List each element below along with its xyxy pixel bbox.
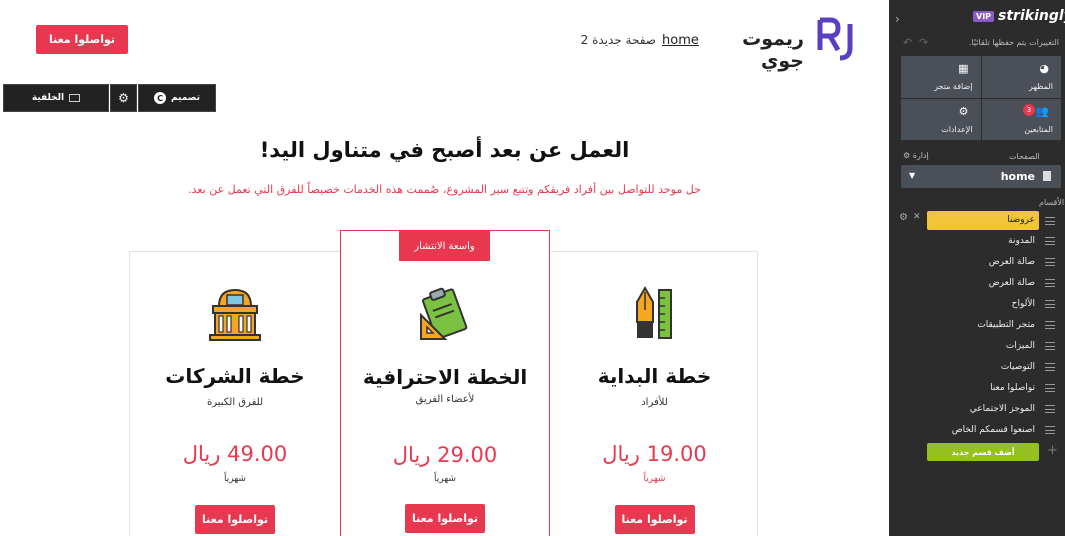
drag-handle-icon[interactable]: [1045, 405, 1055, 413]
plan-price[interactable]: 19.00 ريال: [550, 442, 759, 466]
section-item[interactable]: التوصيات: [927, 358, 1039, 377]
plan-period[interactable]: شهرياً: [550, 474, 759, 484]
section-item[interactable]: المدونة: [927, 232, 1039, 251]
tile-label: المتابعين: [1024, 124, 1053, 134]
pricing-headline[interactable]: العمل عن بعد أصبح في متناول اليد!: [0, 138, 889, 162]
tile-settings[interactable]: ⚙ الإعدادات: [901, 98, 981, 140]
tile-appearance[interactable]: ◕ المظهر: [981, 56, 1061, 98]
building-icon: [209, 288, 261, 341]
gear-icon: ⚙: [118, 91, 129, 105]
section-item[interactable]: الموجز الاجتماعي: [927, 400, 1039, 419]
drag-handle-icon[interactable]: [1045, 321, 1055, 329]
plan-card-pro: واسعة الانتشار الخطة الاحترافية لأعضاء ا…: [340, 230, 550, 536]
section-item[interactable]: عروضنا: [927, 211, 1039, 230]
plan-subtitle[interactable]: لأعضاء الفريق: [341, 394, 549, 405]
drag-handle-icon[interactable]: [1045, 258, 1055, 266]
redo-icon[interactable]: ↷: [919, 36, 928, 49]
tile-add-store[interactable]: ▦ إضافة متجر: [901, 56, 981, 98]
undo-icon[interactable]: ↶: [903, 36, 912, 49]
section-settings-button[interactable]: ⚙: [110, 84, 137, 112]
plan-card-starter: خطة البداية للأفراد 19.00 ريال شهرياً تو…: [550, 252, 759, 536]
clipboard-ruler-icon: [420, 287, 468, 340]
drag-handle-icon[interactable]: [1045, 363, 1055, 371]
plan-title[interactable]: الخطة الاحترافية: [341, 365, 549, 389]
gear-icon: ⚙: [958, 104, 969, 118]
page-icon: [1043, 171, 1051, 181]
drag-handle-icon[interactable]: [1045, 217, 1055, 225]
sections-heading: الأقسام: [1039, 198, 1065, 207]
gear-icon: ⚙: [903, 151, 911, 160]
design-button[interactable]: تصميم C: [138, 84, 216, 112]
tile-label: الإعدادات: [941, 124, 973, 134]
caret-down-icon: ▼: [909, 171, 916, 180]
section-item[interactable]: صالة العرض: [927, 253, 1039, 272]
followers-count-badge: 3: [1023, 103, 1035, 116]
section-close-icon[interactable]: ✕: [913, 212, 921, 222]
plan-contact-button[interactable]: تواصلوا معنا: [405, 504, 485, 533]
pen-ruler-icon: [635, 285, 672, 339]
plan-title[interactable]: خطة الشركات: [130, 364, 340, 388]
plus-icon[interactable]: +: [1047, 443, 1058, 458]
tile-label: إضافة متجر: [934, 82, 973, 91]
header-contact-button[interactable]: تواصلوا معنا: [36, 25, 128, 54]
autosave-status: التغييرات يتم حفظها تلقائيًا.: [968, 38, 1059, 47]
plan-card-business: خطة الشركات للفرق الكبيرة 49.00 ريال شهر…: [130, 252, 340, 536]
site-logo[interactable]: [816, 14, 858, 62]
add-section-button[interactable]: أضف قسم جديد: [927, 443, 1039, 461]
plan-subtitle[interactable]: للفرق الكبيرة: [130, 397, 340, 408]
plan-period[interactable]: شهرياً: [130, 474, 340, 484]
background-button[interactable]: الخلفية: [3, 84, 109, 112]
plan-contact-button[interactable]: تواصلوا معنا: [614, 505, 695, 534]
site-canvas: تواصلوا معنا ريموت جوي home صفحة جديدة 2…: [0, 0, 889, 536]
popular-badge: واسعة الانتشار: [399, 231, 490, 261]
image-icon: [69, 94, 81, 102]
drag-handle-icon[interactable]: [1045, 426, 1055, 434]
palette-icon: ◕: [1039, 62, 1049, 75]
site-title[interactable]: ريموت جوي: [700, 28, 804, 72]
strikingly-logo: strikingly: [998, 8, 1065, 24]
section-item[interactable]: اصنعوا قسمكم الخاص: [927, 421, 1039, 440]
pages-heading: الصفحات: [1009, 152, 1040, 161]
store-icon: ▦: [958, 62, 969, 75]
section-item[interactable]: متجر التطبيقات: [927, 316, 1039, 335]
manage-pages-link[interactable]: ⚙ إدارة: [903, 151, 929, 160]
drag-handle-icon[interactable]: [1045, 237, 1055, 245]
plan-price[interactable]: 49.00 ريال: [130, 442, 340, 466]
section-item[interactable]: الألواح: [927, 295, 1039, 314]
plan-subtitle[interactable]: للأفراد: [550, 397, 759, 408]
drag-handle-icon[interactable]: [1045, 279, 1055, 287]
vip-badge: VIP: [973, 10, 995, 22]
background-label: الخلفية: [31, 93, 65, 103]
plan-price[interactable]: 29.00 ريال: [341, 443, 549, 467]
section-item[interactable]: صالة العرض: [927, 274, 1039, 293]
plan-period[interactable]: شهرياً: [341, 474, 549, 484]
pricing-subtext[interactable]: حل موحد للتواصل بين أفراد فريقكم وتتبع س…: [0, 183, 889, 196]
tile-label: المظهر: [1029, 82, 1053, 91]
chevron-right-icon[interactable]: ›: [895, 12, 900, 26]
editor-sidebar: › VIP strikingly ↶ ↷ التغييرات يتم حفظها…: [889, 0, 1065, 536]
nav-link-home[interactable]: home: [662, 33, 699, 48]
plan-contact-button[interactable]: تواصلوا معنا: [195, 505, 275, 534]
drag-handle-icon[interactable]: [1045, 300, 1055, 308]
brand: VIP strikingly: [973, 8, 1065, 24]
users-icon: 👥: [1035, 104, 1049, 118]
design-badge: C: [154, 92, 166, 104]
section-item[interactable]: الميزات: [927, 337, 1039, 356]
plan-title[interactable]: خطة البداية: [550, 364, 759, 388]
section-gear-icon[interactable]: ⚙: [899, 212, 908, 223]
section-item[interactable]: تواصلوا معنا: [927, 379, 1039, 398]
drag-handle-icon[interactable]: [1045, 384, 1055, 392]
nav-link-new-page-2[interactable]: صفحة جديدة 2: [576, 33, 656, 47]
pricing-table: خطة الشركات للفرق الكبيرة 49.00 ريال شهر…: [129, 230, 759, 536]
page-select[interactable]: ▼ home: [901, 165, 1061, 188]
editor-tiles: ▦ إضافة متجر ◕ المظهر ⚙ الإعدادات 👥 3 ال…: [901, 56, 1061, 140]
manage-label: إدارة: [912, 151, 929, 160]
current-page-name: home: [1000, 170, 1035, 183]
drag-handle-icon[interactable]: [1045, 342, 1055, 350]
tile-followers[interactable]: 👥 3 المتابعين: [981, 98, 1061, 140]
design-label: تصميم: [171, 93, 201, 103]
